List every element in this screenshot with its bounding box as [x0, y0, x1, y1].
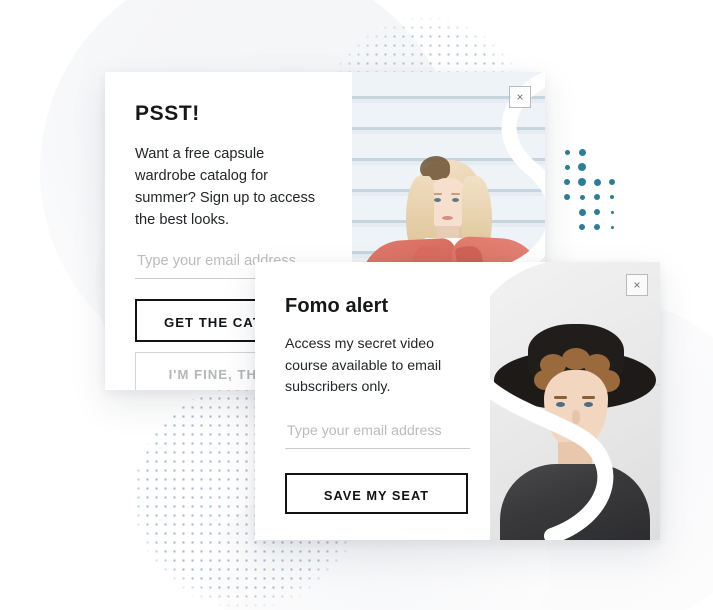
teal-dot-grid [563, 148, 625, 248]
save-my-seat-button[interactable]: SAVE MY SEAT [285, 472, 468, 514]
man-with-hat [490, 314, 660, 540]
page-title: Fomo alert [285, 295, 389, 317]
popup-card-fomo[interactable]: Fomo alert Access my secret video course… [255, 262, 660, 540]
popup-description: Want a free capsule wardrobe catalog for… [135, 146, 316, 228]
close-icon[interactable]: × [509, 86, 531, 108]
popup-card-fomo-image: × [490, 262, 660, 540]
close-icon[interactable]: × [626, 274, 648, 296]
popup-description: Access my secret video course available … [285, 336, 442, 395]
page-title: PSST! [135, 102, 200, 125]
popup-showcase-canvas: PSST! Want a free capsule wardrobe catal… [0, 0, 713, 610]
email-field[interactable] [285, 422, 470, 449]
popup-card-fomo-content: Fomo alert Access my secret video course… [255, 262, 490, 540]
